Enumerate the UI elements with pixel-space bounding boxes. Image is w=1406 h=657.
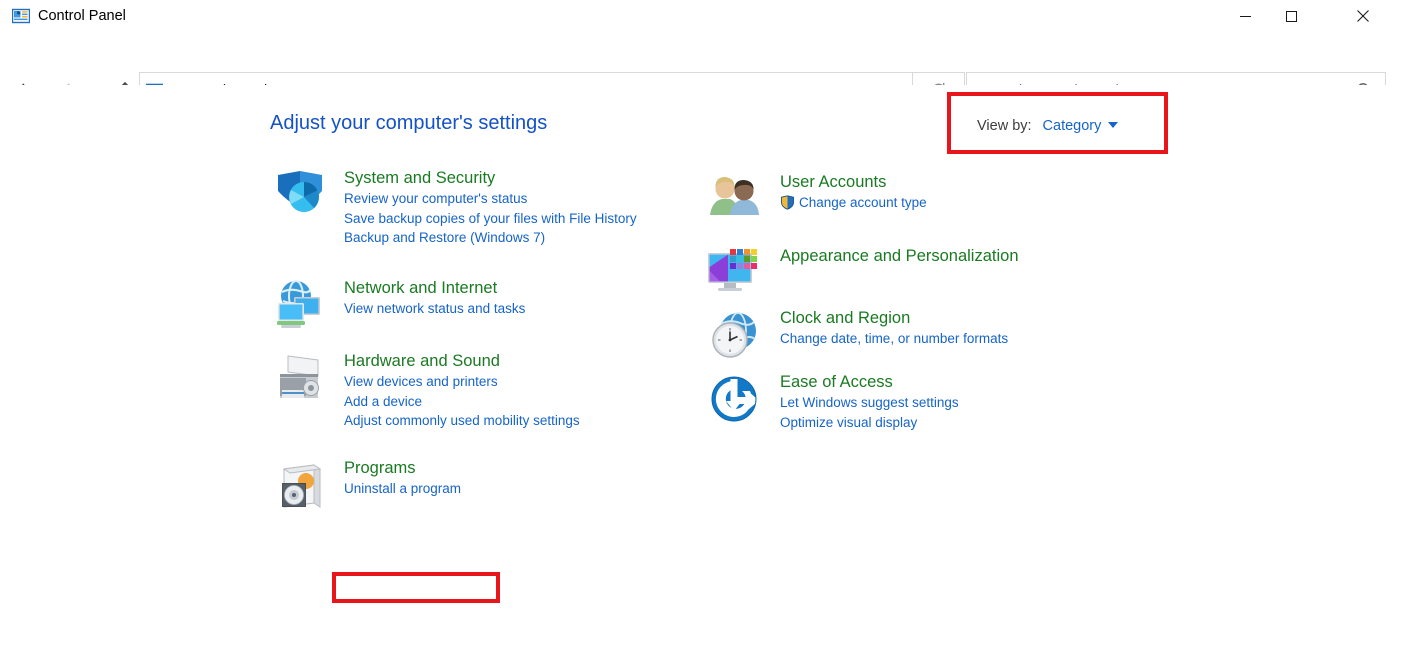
shield-security-icon bbox=[270, 167, 328, 225]
control-panel-icon bbox=[11, 7, 31, 25]
window-title-bar: Control Panel bbox=[0, 0, 1406, 32]
category-body: Clock and Region Change date, time, or n… bbox=[780, 307, 1008, 349]
maximize-icon bbox=[1285, 10, 1297, 22]
link-add-a-device[interactable]: Add a device bbox=[344, 392, 580, 412]
category-title-ease-of-access[interactable]: Ease of Access bbox=[780, 371, 893, 393]
view-by-dropdown[interactable]: Category bbox=[1043, 118, 1119, 134]
control-panel-content: Adjust your computer's settings View by:… bbox=[0, 85, 1406, 657]
category-body: Ease of Access Let Windows suggest setti… bbox=[780, 371, 959, 432]
category-body: Network and Internet View network status… bbox=[344, 277, 525, 319]
link-let-windows-suggest-settings[interactable]: Let Windows suggest settings bbox=[780, 393, 959, 413]
user-accounts-people-icon bbox=[706, 171, 764, 229]
link-adjust-mobility-settings[interactable]: Adjust commonly used mobility settings bbox=[344, 411, 580, 431]
category-body: Hardware and Sound View devices and prin… bbox=[344, 350, 580, 431]
navigation-bar: › Control Panel bbox=[0, 32, 1406, 109]
link-view-network-status[interactable]: View network status and tasks bbox=[344, 299, 525, 319]
link-label: Change account type bbox=[799, 195, 927, 210]
view-by-control: View by: Category bbox=[977, 118, 1119, 134]
category-body: User Accounts Change account type bbox=[780, 171, 927, 213]
category-title-clock-and-region[interactable]: Clock and Region bbox=[780, 307, 910, 329]
link-view-devices-and-printers[interactable]: View devices and printers bbox=[344, 372, 580, 392]
link-change-account-type[interactable]: Change account type bbox=[780, 193, 927, 213]
printer-hardware-icon bbox=[270, 350, 328, 408]
category-body: Appearance and Personalization bbox=[780, 245, 1019, 267]
view-by-value: Category bbox=[1042, 118, 1102, 134]
category-title-appearance-and-personalization[interactable]: Appearance and Personalization bbox=[780, 245, 1019, 267]
minimize-button[interactable] bbox=[1222, 0, 1268, 32]
minimize-icon bbox=[1239, 15, 1251, 17]
uac-shield-icon bbox=[780, 195, 795, 210]
clock-globe-icon bbox=[706, 307, 764, 365]
link-change-date-time-formats[interactable]: Change date, time, or number formats bbox=[780, 329, 1008, 349]
category-body: Programs Uninstall a program bbox=[344, 457, 461, 499]
view-by-label: View by: bbox=[977, 118, 1032, 134]
uninstall-program-highlight-box bbox=[332, 572, 500, 603]
category-title-system-and-security[interactable]: System and Security bbox=[344, 167, 495, 189]
close-icon bbox=[1357, 10, 1369, 22]
link-file-history-backup[interactable]: Save backup copies of your files with Fi… bbox=[344, 209, 637, 229]
link-backup-and-restore[interactable]: Backup and Restore (Windows 7) bbox=[344, 228, 637, 248]
link-optimize-visual-display[interactable]: Optimize visual display bbox=[780, 413, 959, 433]
maximize-button[interactable] bbox=[1268, 0, 1314, 32]
appearance-monitor-colors-icon bbox=[706, 245, 764, 303]
category-body: System and Security Review your computer… bbox=[344, 167, 637, 248]
category-title-hardware-and-sound[interactable]: Hardware and Sound bbox=[344, 350, 500, 372]
link-review-computer-status[interactable]: Review your computer's status bbox=[344, 189, 637, 209]
network-globe-monitor-icon bbox=[270, 277, 328, 335]
ease-of-access-icon bbox=[706, 371, 764, 429]
chevron-down-icon bbox=[1108, 122, 1119, 128]
category-title-network-and-internet[interactable]: Network and Internet bbox=[344, 277, 497, 299]
category-title-user-accounts[interactable]: User Accounts bbox=[780, 171, 886, 193]
category-title-programs[interactable]: Programs bbox=[344, 457, 416, 479]
window-title: Control Panel bbox=[38, 8, 126, 24]
page-title: Adjust your computer's settings bbox=[270, 112, 548, 134]
link-uninstall-a-program[interactable]: Uninstall a program bbox=[344, 479, 461, 499]
programs-box-cd-icon bbox=[270, 457, 328, 515]
close-button[interactable] bbox=[1340, 0, 1386, 32]
